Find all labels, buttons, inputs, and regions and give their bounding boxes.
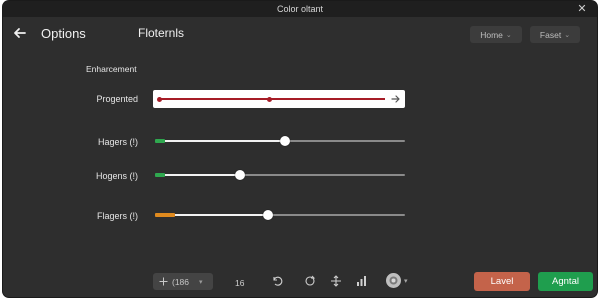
move-icon[interactable] — [330, 275, 342, 287]
histogram-icon[interactable] — [356, 275, 368, 287]
slider-accent — [155, 173, 165, 177]
arrow-right-icon[interactable] — [391, 92, 401, 106]
page-title: Options — [41, 26, 86, 41]
agntal-button[interactable]: Agntal — [538, 272, 593, 291]
home-dropdown[interactable]: Home ⌄ — [470, 26, 522, 43]
crop-icon[interactable] — [304, 275, 316, 287]
slider-label: Hogens (!) — [95, 171, 138, 181]
header-bar: Options Floternls Home ⌄ Faset ⌄ — [3, 17, 597, 51]
slider-accent — [155, 213, 175, 217]
slider-label: Hagers (!) — [97, 137, 138, 147]
chevron-down-icon: ⌄ — [505, 31, 512, 39]
bottom-toolbar: (186 ▾ 16 ▾ Lavel Agntal — [3, 265, 597, 297]
lavel-button[interactable]: Lavel — [474, 272, 530, 291]
faset-dropdown-label: Faset — [539, 29, 562, 40]
progress-control[interactable] — [153, 90, 405, 108]
chevron-down-icon: ⌄ — [564, 31, 571, 39]
toolbar-number: 16 — [235, 278, 245, 288]
chevron-down-icon: ▾ — [199, 278, 203, 286]
slider-fill — [155, 140, 285, 142]
faset-dropdown[interactable]: Faset ⌄ — [530, 26, 580, 43]
rotate-icon[interactable] — [271, 275, 283, 287]
progress-handle[interactable] — [267, 96, 273, 102]
close-icon[interactable]: ✕ — [575, 2, 589, 16]
home-dropdown-label: Home — [480, 29, 503, 40]
page-subtitle: Floternls — [138, 26, 185, 40]
slider-thumb[interactable] — [262, 210, 273, 220]
back-arrow-icon[interactable] — [13, 26, 27, 40]
flagers-slider[interactable] — [155, 209, 405, 221]
app-window: Color oltant ✕ Options Floternls Home ⌄ … — [3, 1, 597, 297]
slider-thumb[interactable] — [280, 136, 290, 146]
slider-thumb[interactable] — [235, 170, 245, 180]
zoom-icon — [159, 277, 168, 286]
title-bar: Color oltant ✕ — [3, 1, 597, 17]
hogens-slider[interactable] — [155, 169, 405, 181]
zoom-value: (186 — [172, 276, 190, 287]
hagers-slider[interactable] — [155, 135, 405, 147]
progress-start-dot — [157, 96, 162, 102]
color-wheel-glyph — [389, 276, 398, 285]
zoom-dropdown[interactable]: (186 ▾ — [153, 273, 213, 290]
slider-label: Flagers (!) — [96, 211, 138, 221]
color-wheel-icon[interactable] — [386, 273, 401, 288]
section-label: Enharcement — [86, 64, 137, 74]
progress-line — [161, 98, 385, 100]
window-title: Color oltant — [276, 4, 324, 14]
chevron-down-icon: ▾ — [404, 278, 408, 285]
slider-fill — [155, 174, 240, 176]
slider-accent — [155, 139, 165, 143]
progress-label: Progented — [96, 94, 138, 104]
